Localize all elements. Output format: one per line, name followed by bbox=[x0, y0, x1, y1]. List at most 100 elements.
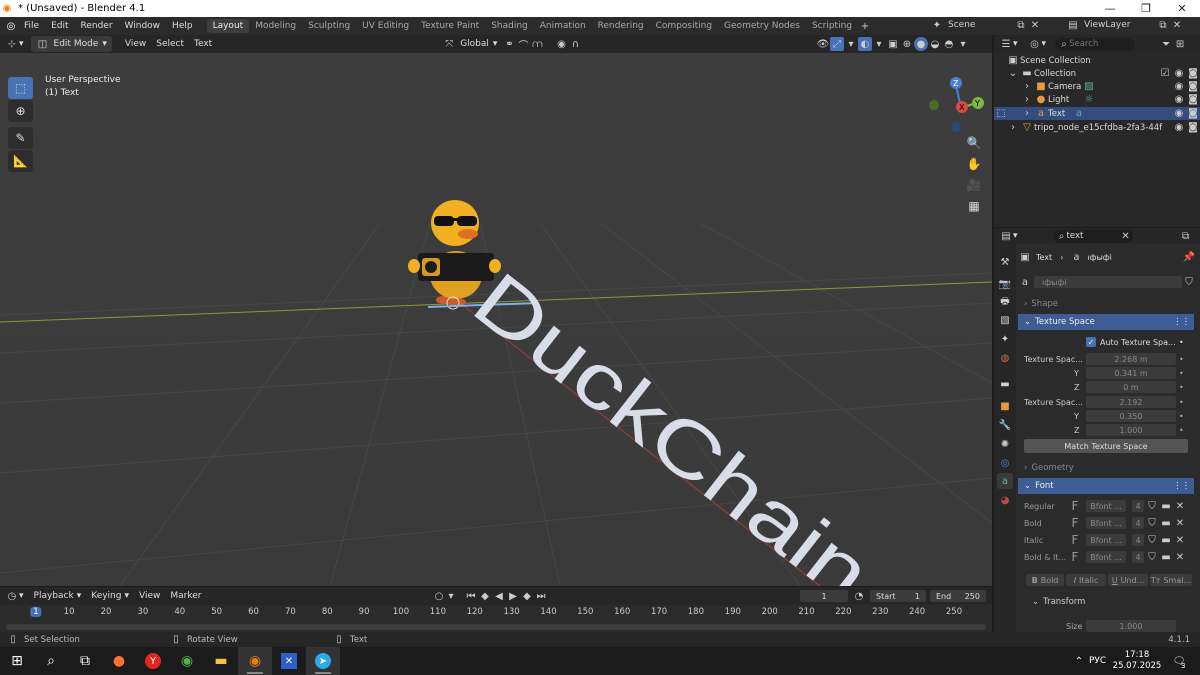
next-keyframe-icon[interactable]: ◆ bbox=[520, 589, 534, 603]
timeline-editor-type[interactable]: ◷ ▾ bbox=[0, 588, 29, 604]
timeline-scrollbar[interactable] bbox=[6, 624, 986, 630]
render-camera-icon[interactable]: ◙ bbox=[1186, 67, 1200, 81]
render-camera-icon[interactable]: ◙ bbox=[1186, 80, 1200, 94]
world-tab-icon[interactable]: ◍ bbox=[997, 350, 1013, 366]
unlink-icon[interactable]: ✕ bbox=[1174, 533, 1186, 547]
font-users-field[interactable]: 4 bbox=[1132, 551, 1144, 563]
mode-selector[interactable]: ◫ Edit Mode ▾ bbox=[30, 36, 112, 52]
app-taskbar-button[interactable]: ✕ bbox=[272, 647, 306, 675]
material-shading-icon[interactable]: ◒ bbox=[928, 37, 942, 51]
drag-handle-icon[interactable]: ⋮⋮ bbox=[1173, 317, 1190, 327]
eye-icon[interactable]: ◉ bbox=[1172, 67, 1186, 81]
keyframe-dot-icon[interactable]: • bbox=[1179, 383, 1184, 392]
expand-arrow-icon[interactable]: › bbox=[1006, 121, 1020, 135]
pan-view-button[interactable]: ✋ bbox=[963, 154, 985, 174]
clock[interactable]: 17:18 25.07.2025 bbox=[1112, 650, 1162, 672]
viewlayer-selector[interactable]: ▤ ViewLayer ⧉ ✕ bbox=[1066, 18, 1184, 32]
expand-arrow-icon[interactable]: › bbox=[1020, 93, 1034, 107]
bold-toggle[interactable]: B Bold bbox=[1026, 574, 1064, 586]
3d-viewport[interactable]: DuckChain User Perspective (1) Text ⬚ ⊕ … bbox=[0, 53, 992, 586]
snap-target-icon[interactable]: ⩋ bbox=[530, 37, 544, 51]
falloff-icon[interactable]: ∩ bbox=[568, 37, 582, 51]
yandex-taskbar-button[interactable]: Y bbox=[136, 647, 170, 675]
visibility-icon[interactable]: 👁 bbox=[816, 37, 830, 51]
blender-taskbar-button[interactable]: ◉ bbox=[238, 647, 272, 675]
font-file-field[interactable]: Bfont ... bbox=[1086, 517, 1126, 529]
workspace-tab-texture-paint[interactable]: Texture Paint bbox=[415, 19, 485, 33]
unlink-icon[interactable]: ✕ bbox=[1174, 516, 1186, 530]
match-texture-space-button[interactable]: Match Texture Space bbox=[1024, 439, 1188, 453]
italic-toggle[interactable]: I Italic bbox=[1066, 574, 1106, 586]
prev-keyframe-icon[interactable]: ◆ bbox=[478, 589, 492, 603]
unlink-icon[interactable]: ✕ bbox=[1174, 499, 1186, 513]
timeline-menu-playback[interactable]: Playback ▾ bbox=[29, 588, 87, 604]
camera-view-button[interactable]: 🎥 bbox=[963, 175, 985, 195]
measure-tool-button[interactable]: 📐 bbox=[8, 150, 33, 172]
fake-user-shield-icon[interactable]: ⛉ bbox=[1146, 516, 1158, 530]
properties-editor-type[interactable]: ▤ ▾ bbox=[994, 228, 1023, 244]
auto-texture-space-row[interactable]: ✓ Auto Texture Spa... • bbox=[1016, 335, 1200, 349]
wireframe-shading-icon[interactable]: ⊕ bbox=[900, 37, 914, 51]
tool-tab-icon[interactable]: ⚒ bbox=[997, 254, 1013, 270]
eye-icon[interactable]: ◉ bbox=[1172, 107, 1186, 121]
zoom-view-button[interactable]: 🔍 bbox=[963, 133, 985, 153]
overlay-toggle-icon[interactable]: ◐ bbox=[858, 37, 872, 51]
timeline-ruler[interactable]: 1 10 20 30 40 50 60 70 80 90 100 110 120 130 140 150 160… bbox=[0, 605, 992, 632]
transform-subpanel-header[interactable]: ⌄ Transform bbox=[1018, 594, 1194, 610]
workspace-tab-scripting[interactable]: Scripting bbox=[806, 19, 858, 33]
fake-user-shield-icon[interactable]: ⛉ bbox=[1146, 499, 1158, 513]
fake-user-shield-icon[interactable]: ⛉ bbox=[1146, 533, 1158, 547]
current-frame-field[interactable]: 1 bbox=[800, 590, 848, 602]
data-name-field[interactable]: ıфыфі bbox=[1034, 276, 1182, 288]
collection-tab-icon[interactable]: ▬ bbox=[997, 376, 1013, 392]
open-folder-icon[interactable]: ▬ bbox=[1160, 516, 1172, 530]
outliner-search-input[interactable] bbox=[1069, 39, 1130, 49]
expand-arrow-icon[interactable]: › bbox=[1020, 80, 1034, 94]
pivot-icon[interactable]: ⚭ bbox=[502, 37, 516, 51]
underline-toggle[interactable]: U Und... bbox=[1108, 574, 1148, 586]
chrome-taskbar-button[interactable]: ◉ bbox=[170, 647, 204, 675]
select-tool-button[interactable]: ⬚ bbox=[8, 77, 33, 99]
minimize-button[interactable]: — bbox=[1092, 0, 1128, 17]
keyframe-dot-icon[interactable]: • bbox=[1179, 355, 1184, 364]
language-indicator[interactable]: РУС bbox=[1089, 656, 1106, 666]
copy-viewlayer-icon[interactable]: ⧉ bbox=[1156, 18, 1170, 32]
open-folder-icon[interactable]: ▬ bbox=[1160, 533, 1172, 547]
use-preview-range-icon[interactable]: ◔ bbox=[852, 589, 866, 603]
expand-arrow-icon[interactable]: ⌄ bbox=[1006, 67, 1020, 81]
keying-dropdown-icon[interactable]: ▾ bbox=[444, 589, 458, 603]
output-tab-icon[interactable]: 🖶 bbox=[997, 294, 1013, 310]
menu-edit[interactable]: Edit bbox=[45, 21, 74, 31]
jump-start-icon[interactable]: ⏮ bbox=[464, 589, 478, 603]
delete-viewlayer-icon[interactable]: ✕ bbox=[1170, 18, 1184, 32]
display-mode-button[interactable]: ◎ ▾ bbox=[1023, 36, 1052, 52]
fake-user-shield-icon[interactable]: ⛉ bbox=[1182, 275, 1196, 289]
play-icon[interactable]: ▶ bbox=[506, 589, 520, 603]
data-block-selector[interactable]: a ıфыфі ⛉ bbox=[1016, 275, 1200, 289]
outliner-row-text[interactable]: ⬚ › a Text a ◉ ◙ bbox=[994, 107, 1200, 120]
workspace-tab-geometry-nodes[interactable]: Geometry Nodes bbox=[718, 19, 806, 33]
keyframe-dot-icon[interactable]: • bbox=[1179, 398, 1184, 407]
eye-icon[interactable]: ◉ bbox=[1172, 93, 1186, 107]
keyframe-dot-icon[interactable]: • bbox=[1179, 338, 1184, 347]
new-collection-icon[interactable]: ⊞ bbox=[1173, 37, 1187, 51]
location-y-field[interactable]: 0.341 m bbox=[1086, 367, 1176, 379]
outliner-row-camera[interactable]: › ■ Camera ▨ ◉ ◙ bbox=[994, 80, 1200, 93]
gizmo-toggle-icon[interactable]: ⤢ bbox=[830, 37, 844, 51]
keyframe-dot-icon[interactable]: • bbox=[1179, 369, 1184, 378]
open-folder-icon[interactable]: ▬ bbox=[1160, 499, 1172, 513]
render-camera-icon[interactable]: ◙ bbox=[1186, 107, 1200, 121]
geometry-panel-header[interactable]: › Geometry bbox=[1018, 460, 1194, 476]
rendered-shading-icon[interactable]: ◓ bbox=[942, 37, 956, 51]
physics-tab-icon[interactable]: ◎ bbox=[997, 455, 1013, 471]
workspace-tab-rendering[interactable]: Rendering bbox=[592, 19, 650, 33]
edit-mode-toggle-icon[interactable]: ⬚ bbox=[994, 107, 1008, 121]
jump-end-icon[interactable]: ⏭ bbox=[534, 589, 548, 603]
font-users-field[interactable]: 4 bbox=[1132, 500, 1144, 512]
outliner-search[interactable]: ⌕ bbox=[1055, 37, 1136, 51]
task-view-button[interactable]: ⧉ bbox=[68, 647, 102, 675]
ortho-toggle-button[interactable]: ▦ bbox=[963, 196, 985, 216]
clear-search-icon[interactable]: ✕ bbox=[1119, 229, 1133, 243]
play-reverse-icon[interactable]: ◀ bbox=[492, 589, 506, 603]
timeline-menu-view[interactable]: View bbox=[134, 588, 165, 604]
